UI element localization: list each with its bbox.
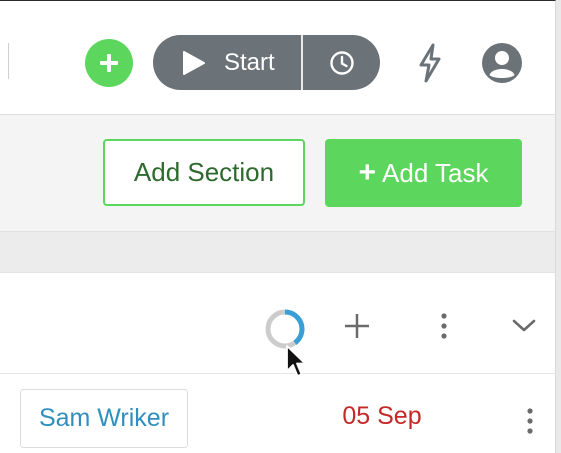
timer-separator — [301, 35, 303, 90]
header-divider — [8, 43, 9, 79]
play-icon — [183, 50, 205, 75]
progress-ring[interactable] — [263, 307, 307, 351]
task-menu-button[interactable] — [518, 404, 542, 438]
automation-button[interactable] — [410, 41, 450, 85]
due-date[interactable]: 05 Sep — [320, 402, 444, 431]
action-toolbar: Add Section + Add Task — [0, 115, 555, 232]
time-entry-button[interactable] — [303, 35, 380, 90]
plus-icon — [345, 314, 369, 338]
section-menu-button[interactable] — [430, 309, 458, 343]
add-task-button[interactable]: + Add Task — [325, 139, 522, 207]
window-edge — [556, 0, 561, 453]
lightning-bolt-icon — [419, 43, 441, 83]
task-row[interactable]: Sam Wriker 05 Sep — [0, 374, 555, 453]
top-header: Start — [0, 1, 555, 115]
timer-control: Start — [153, 35, 380, 90]
add-section-label: Add Section — [133, 157, 275, 187]
kebab-menu-icon — [441, 313, 447, 339]
app-viewport: Start Add Section + Add Task Sam Wriker … — [0, 0, 556, 453]
add-section-button[interactable]: Add Section — [103, 139, 305, 206]
add-task-to-section-button[interactable] — [340, 309, 374, 343]
assignee-name: Sam Wriker — [38, 404, 170, 432]
start-timer-button[interactable]: Start — [153, 35, 301, 90]
user-avatar-button[interactable] — [481, 42, 523, 84]
plus-icon — [100, 54, 118, 72]
chevron-down-icon — [512, 319, 536, 332]
quick-add-button[interactable] — [85, 39, 133, 87]
assignee-chip[interactable]: Sam Wriker — [20, 389, 188, 448]
user-avatar-icon — [482, 43, 522, 83]
collapse-section-button[interactable] — [508, 311, 540, 341]
section-header — [0, 273, 555, 374]
section-spacer — [0, 232, 555, 273]
start-label: Start — [224, 48, 275, 76]
clock-icon — [329, 50, 354, 75]
add-task-label: Add Task — [382, 157, 489, 188]
kebab-menu-icon — [527, 408, 533, 434]
plus-icon: + — [358, 156, 377, 189]
